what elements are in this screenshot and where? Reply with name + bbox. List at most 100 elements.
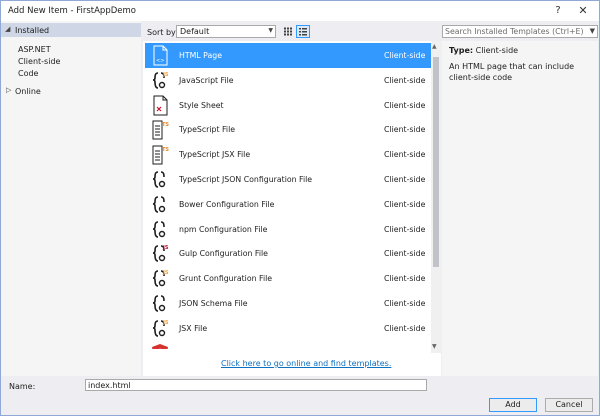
dropdown-arrow-icon: ▼ [268,27,273,34]
sort-by-label: Sort by: [147,28,178,37]
add-button[interactable]: Add [489,398,537,412]
list-view-button[interactable] [296,25,310,38]
template-item[interactable]: npm Configuration File Client-side [145,217,432,242]
cancel-button[interactable]: Cancel [545,398,593,412]
template-item[interactable]: JSON Schema File Client-side [145,291,432,316]
tree-node-client-side[interactable]: Client-side [18,57,60,66]
type-value: Client-side [475,46,519,55]
javascript-file-icon: JS [152,72,169,89]
find-templates-online-link[interactable]: Click here to go online and find templat… [221,359,391,368]
title-bar: Add New Item - FirstAppDemo ? ✕ [1,1,599,21]
template-item-category: Client-side [384,199,426,209]
template-description: An HTML page that can include client-sid… [449,62,575,82]
template-list[interactable]: <> HTML Page Client-side JS JavaScript File C… [145,43,432,349]
template-item-category: Client-side [384,150,426,160]
scroll-up-icon[interactable]: ▲ [432,43,437,50]
template-item[interactable]: TS TypeScript File Client-side [145,117,432,142]
svg-text:JS: JS [162,245,169,251]
json-schema-icon [152,295,166,312]
template-item[interactable]: TS TypeScript JSX File Client-side [145,142,432,167]
tree-node-installed[interactable]: ◢ Installed [1,23,141,37]
angular-icon [152,343,168,349]
typescript-file-icon: TS [152,120,169,140]
template-item-category: Client-side [384,100,426,110]
add-new-item-dialog: Add New Item - FirstAppDemo ? ✕ ◢ Instal… [0,0,600,416]
sort-by-dropdown[interactable]: Default ▼ [176,25,276,38]
details-pane [442,41,598,376]
collapsed-arrow-icon: ▷ [6,86,12,94]
template-item[interactable]: JS Grunt Configuration File Client-side [145,266,432,291]
bower-config-icon [152,195,166,213]
name-label: Name: [9,382,36,391]
template-item-name: Gulp Configuration File [179,249,268,259]
svg-text:<>: <> [156,58,164,64]
html-page-icon: <> [153,45,168,66]
sort-by-value: Default [180,27,210,36]
template-item-name: Bower Configuration File [179,199,275,209]
search-placeholder: Search Installed Templates (Ctrl+E) [445,27,584,36]
template-item[interactable]: Style Sheet Client-side [145,93,432,118]
gulp-config-icon: JS [152,245,169,263]
template-item[interactable]: JS JSX File Client-side [145,316,432,341]
name-input-value: index.html [88,381,131,390]
template-item[interactable]: JS Gulp Configuration File Client-side [145,241,432,266]
window-title: Add New Item - FirstAppDemo [8,6,136,16]
template-item-name: npm Configuration File [179,224,268,234]
tree-node-installed-label: Installed [15,26,50,35]
tree-node-aspnet[interactable]: ASP.NET [18,45,51,54]
template-item-name: JSON Schema File [179,299,248,308]
category-tree: ◢ Installed ASP.NET Client-side Code ▷ O… [1,21,141,376]
typescript-jsx-file-icon: TS [152,145,169,165]
scroll-thumb[interactable] [433,57,439,267]
template-item-category: Client-side [384,323,426,333]
grid-view-icon [284,27,292,36]
svg-text:JS: JS [162,72,169,78]
template-item-category: Client-side [384,249,426,259]
template-item-name: JSX File [179,323,208,333]
scroll-down-icon[interactable]: ▼ [432,343,437,350]
jsx-file-icon: JS [152,320,169,337]
template-item[interactable]: AngularJs ControllerClient-side [145,341,432,349]
close-button[interactable]: ✕ [576,4,590,18]
tree-node-online-label: Online [15,87,41,96]
template-item-name: HTML Page [179,51,223,60]
template-item-name: TypeScript JSON Configuration File [179,175,313,184]
grunt-config-icon: JS [152,270,169,287]
template-item-category: Client-side [384,175,426,184]
expanded-arrow-icon: ◢ [5,25,11,33]
name-input[interactable]: index.html [85,379,427,391]
template-item-category: Client-side [384,51,426,60]
svg-text:JS: JS [162,320,169,326]
style-sheet-icon [153,95,168,116]
type-label: Type: [449,46,474,55]
template-item-category: Client-side [384,299,426,308]
template-item-name: TypeScript File [179,125,236,135]
template-item[interactable]: JS JavaScript File Client-side [145,68,432,93]
svg-text:TS: TS [162,122,169,128]
template-item[interactable]: Bower Configuration File Client-side [145,192,432,217]
tree-node-code[interactable]: Code [18,69,38,78]
list-view-icon [299,28,307,36]
svg-text:TS: TS [162,147,169,153]
template-item[interactable]: TypeScript JSON Configuration File Client… [145,167,432,192]
svg-text:JS: JS [162,270,169,276]
help-button[interactable]: ? [551,4,565,18]
template-item-category: Client-side [384,75,426,85]
template-item-name: TypeScript JSX File [179,150,251,160]
template-item[interactable]: <> HTML Page Client-side [145,43,432,68]
template-item-category: Client-side [384,125,426,135]
template-item-name: JavaScript File [179,75,234,85]
template-item-category: Client-side [384,274,426,284]
template-list-area: <> HTML Page Client-side JS JavaScript File C… [143,41,441,376]
npm-config-icon [152,220,166,238]
search-dropdown-icon[interactable]: ▼ [590,27,595,35]
template-item-name: Style Sheet [179,100,224,110]
template-item-name: Grunt Configuration File [179,274,273,284]
template-list-scrollbar[interactable]: ▲ ▼ [431,41,441,353]
search-templates-input[interactable]: Search Installed Templates (Ctrl+E) ▼ [442,25,598,38]
tree-node-online[interactable]: ▷ Online [1,84,141,98]
grid-view-button[interactable] [281,25,295,38]
json-config-icon [152,171,166,188]
template-type: Type: Client-side [449,46,518,55]
template-item-category: Client-side [384,224,426,234]
